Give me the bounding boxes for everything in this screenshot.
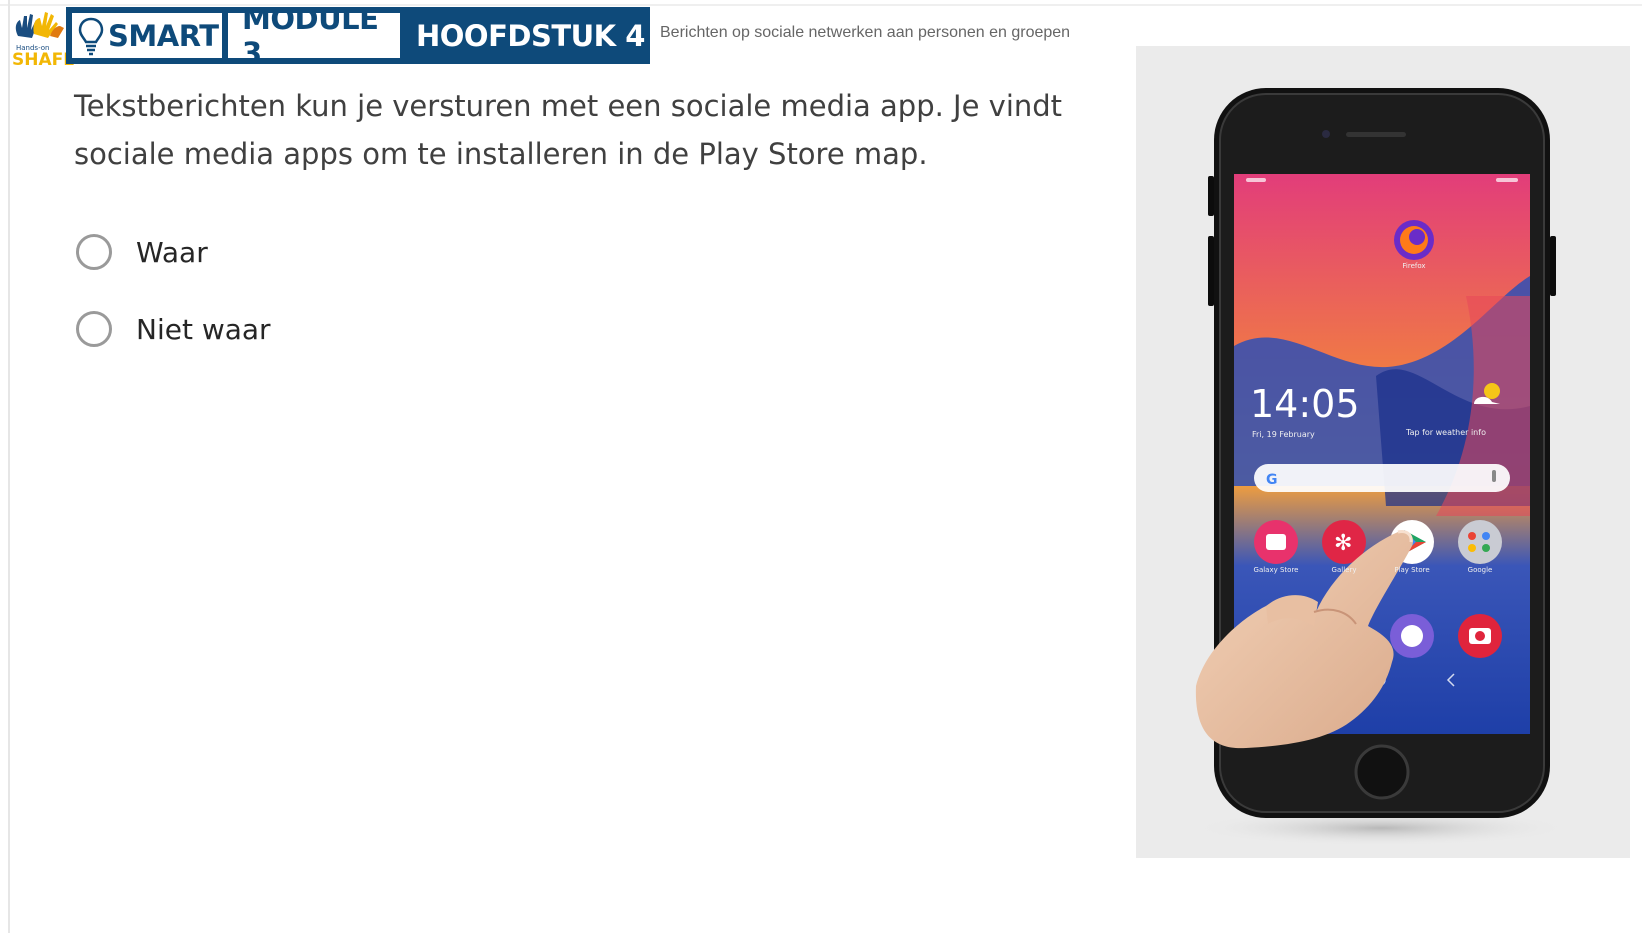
svg-text:✻: ✻ bbox=[1334, 531, 1352, 556]
smart-label: SMART bbox=[108, 18, 219, 53]
phone-illustration: G ✻ 14:05 Fri, 19 February Tap for weath… bbox=[1136, 46, 1630, 858]
radio-button[interactable] bbox=[76, 311, 112, 347]
phone-clock: 14:05 bbox=[1250, 382, 1360, 426]
chapter-box: HOOFDSTUK 4 bbox=[416, 11, 645, 60]
phone-weather-hint: Tap for weather info bbox=[1406, 428, 1486, 437]
smart-box: SMART bbox=[70, 11, 224, 60]
app-label-firefox: Firefox bbox=[1402, 262, 1426, 270]
app-label-gallery: Gallery bbox=[1331, 566, 1357, 574]
module-box: MODULE 3 bbox=[226, 2, 402, 70]
question-text: Tekstberichten kun je versturen met een … bbox=[74, 89, 1063, 171]
svg-text:G: G bbox=[1266, 472, 1278, 488]
lightbulb-icon bbox=[78, 17, 104, 55]
smartphone-hand-image: G ✻ bbox=[1191, 88, 1571, 846]
option-label: Niet waar bbox=[136, 312, 271, 346]
app-label-play-store: Play Store bbox=[1394, 566, 1430, 574]
radio-button[interactable] bbox=[76, 234, 112, 270]
app-label-google: Google bbox=[1467, 566, 1493, 574]
chapter-label: HOOFDSTUK 4 bbox=[416, 18, 645, 53]
option-waar[interactable]: Waar bbox=[76, 234, 208, 270]
app-label-galaxy-store: Galaxy Store bbox=[1253, 566, 1299, 574]
option-label: Waar bbox=[136, 235, 208, 269]
chapter-subtitle: Berichten op sociale netwerken aan perso… bbox=[660, 24, 1071, 41]
hands-logo-icon bbox=[15, 12, 64, 38]
window-left-border bbox=[8, 0, 10, 933]
option-niet-waar[interactable]: Niet waar bbox=[76, 311, 271, 347]
hands-on-shafe-logo: Hands-on SHAFE bbox=[10, 6, 75, 70]
phone-date: Fri, 19 February bbox=[1252, 430, 1315, 439]
header-bar: SMART MODULE 3 HOOFDSTUK 4 bbox=[66, 2, 650, 70]
module-label: MODULE 3 bbox=[242, 1, 379, 70]
